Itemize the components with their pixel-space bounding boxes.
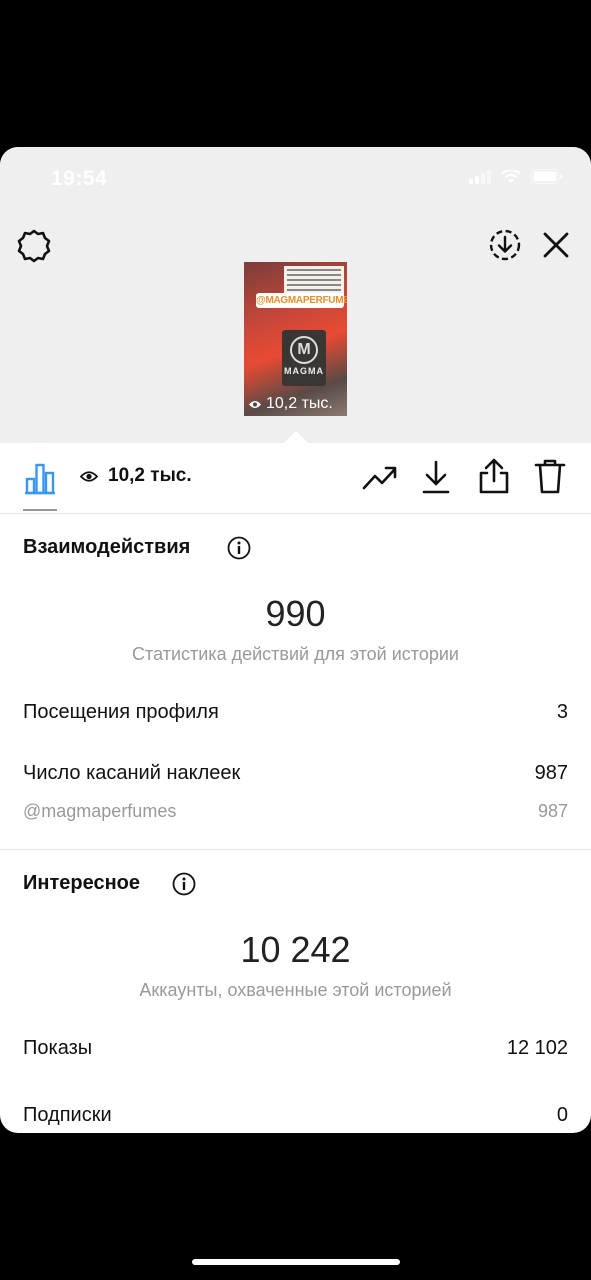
interactions-total: 990 (265, 593, 326, 634)
insights-toolbar: 10,2 тыс. (0, 443, 591, 514)
profile-visits-label: Посещения профиля (23, 701, 219, 723)
mention-sticker-label: @magmaperfumes (23, 801, 177, 821)
views-count: 10,2 тыс. (108, 465, 192, 486)
info-icon[interactable] (172, 872, 196, 896)
settings-gear-icon[interactable] (16, 228, 52, 264)
close-icon[interactable] (540, 229, 572, 261)
trending-up-icon[interactable] (362, 464, 398, 492)
story-thumbnail[interactable]: @MAGMAPERFUMES M MAGMA 10,2 тыс. (244, 262, 347, 416)
status-indicators (469, 169, 563, 184)
thumb-views-counter: 10,2 тыс. (248, 395, 333, 413)
follows-label: Подписки (23, 1104, 112, 1126)
follows-value: 0 (556, 1104, 568, 1126)
section-divider (0, 849, 591, 850)
active-tab-underline (23, 509, 57, 511)
wifi-icon (501, 169, 521, 183)
impressions-label: Показы (23, 1037, 93, 1059)
sticker-taps-value: 987 (534, 762, 568, 784)
home-indicator[interactable] (192, 1259, 400, 1265)
thumbnail-pointer (284, 431, 308, 443)
insights-sheet: 19:54 @MAGMAPERFUMES M MAGMA 10,2 тыс. 1… (0, 147, 591, 1133)
eye-icon (249, 400, 261, 408)
bar-chart-icon[interactable] (23, 461, 57, 495)
thumb-logo: M (290, 336, 318, 364)
download-icon[interactable] (422, 459, 450, 495)
battery-icon (531, 169, 563, 184)
interactions-title: Взаимодействия (23, 536, 191, 558)
thumb-mention-sticker: @MAGMAPERFUMES (256, 293, 347, 308)
sticker-taps-label: Число касаний наклеек (23, 762, 241, 784)
impressions-value: 12 102 (506, 1037, 568, 1059)
mention-sticker-value: 987 (537, 801, 568, 821)
eye-icon (80, 471, 98, 482)
interactions-caption: Статистика действий для этой истории (132, 644, 459, 664)
profile-visits-value: 3 (556, 701, 568, 723)
trash-icon[interactable] (533, 457, 567, 495)
story-preview-area: 19:54 @MAGMAPERFUMES M MAGMA 10,2 тыс. (0, 147, 591, 443)
save-story-icon[interactable] (487, 227, 523, 263)
status-time: 19:54 (51, 167, 108, 190)
thumb-views-text: 10,2 тыс. (266, 395, 333, 412)
discovery-title: Интересное (23, 872, 140, 894)
thumb-brand: MAGMA (284, 366, 324, 376)
thumb-product-box: M MAGMA (282, 330, 326, 386)
discovery-caption: Аккаунты, охваченные этой историей (139, 980, 452, 1000)
discovery-total: 10 242 (240, 929, 351, 970)
signal-icon (469, 169, 491, 184)
info-icon[interactable] (227, 536, 251, 560)
thumb-text-note (284, 266, 344, 296)
share-icon[interactable] (477, 457, 511, 495)
